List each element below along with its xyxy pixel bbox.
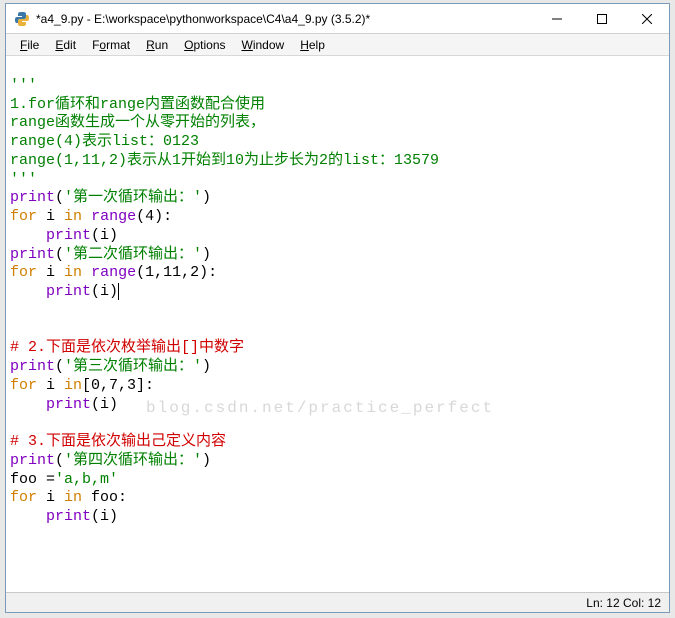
code-token: print [46,227,91,244]
code-token: ) [202,452,211,469]
code-token: '第四次循环输出：' [64,452,202,469]
code-token: (1,11,2): [136,264,217,281]
code-line: range(4)表示list：0123 [10,133,199,150]
code-token: '第二次循环输出：' [64,246,202,263]
window-controls [534,4,669,33]
code-token: print [46,396,91,413]
code-token: for [10,377,37,394]
code-token: ( [55,246,64,263]
idle-window: *a4_9.py - E:\workspace\pythonworkspace\… [5,3,670,613]
code-token: ) [202,358,211,375]
code-token: for [10,489,37,506]
code-token: ) [202,189,211,206]
code-token: '第一次循环输出：' [64,189,202,206]
menu-window[interactable]: Window [234,36,293,54]
code-token: i [37,489,64,506]
menu-options[interactable]: Options [176,36,233,54]
code-token: print [10,246,55,263]
code-token: print [10,189,55,206]
code-line: ''' [10,77,37,94]
code-token: ) [202,246,211,263]
code-token: (i) [91,283,118,300]
code-token: i [37,264,64,281]
python-icon [14,11,30,27]
code-line: # 2.下面是依次枚举输出[]中数字 [10,339,244,356]
code-token: (i) [91,227,118,244]
code-token: 'a,b,m' [55,471,118,488]
window-title: *a4_9.py - E:\workspace\pythonworkspace\… [36,12,534,26]
code-line: # 3.下面是依次输出己定义内容 [10,433,226,450]
code-token [82,264,91,281]
code-token [10,283,46,300]
code-token: print [10,358,55,375]
text-cursor [118,283,119,300]
code-token: [0,7,3]: [82,377,154,394]
code-token: (4): [136,208,172,225]
code-token: in [64,264,82,281]
code-token: in [64,377,82,394]
menu-file[interactable]: File [12,36,47,54]
code-token: print [46,508,91,525]
code-line: 1.for循环和range内置函数配合使用 [10,96,265,113]
menu-help[interactable]: Help [292,36,333,54]
code-token: for [10,208,37,225]
code-token [10,396,46,413]
code-token [10,227,46,244]
code-token: '第三次循环输出：' [64,358,202,375]
watermark: blog.csdn.net/practice_perfect [146,398,494,418]
code-token: i [37,208,64,225]
code-line: range函数生成一个从零开始的列表， [10,114,265,131]
code-token: for [10,264,37,281]
code-token: in [64,208,82,225]
menu-edit[interactable]: Edit [47,36,84,54]
code-token: range [91,208,136,225]
menu-run[interactable]: Run [138,36,176,54]
code-token: ( [55,189,64,206]
close-button[interactable] [624,4,669,33]
code-line: ''' [10,171,37,188]
code-token: print [46,283,91,300]
code-line: range(1,11,2)表示从1开始到10为止步长为2的list：13579 [10,152,439,169]
cursor-position: Ln: 12 Col: 12 [586,596,661,610]
code-editor[interactable]: blog.csdn.net/practice_perfect ''' 1.for循… [6,56,669,592]
code-token: ( [55,452,64,469]
titlebar[interactable]: *a4_9.py - E:\workspace\pythonworkspace\… [6,4,669,34]
code-token: (i) [91,396,118,413]
maximize-button[interactable] [579,4,624,33]
code-token: range [91,264,136,281]
menu-format[interactable]: Format [84,36,138,54]
code-token: i [37,377,64,394]
code-token: foo: [82,489,127,506]
code-token: ( [55,358,64,375]
code-token [10,508,46,525]
menubar: File Edit Format Run Options Window Help [6,34,669,56]
code-token: (i) [91,508,118,525]
code-token: foo = [10,471,55,488]
minimize-button[interactable] [534,4,579,33]
statusbar: Ln: 12 Col: 12 [6,592,669,612]
code-token [82,208,91,225]
code-token: print [10,452,55,469]
code-token: in [64,489,82,506]
